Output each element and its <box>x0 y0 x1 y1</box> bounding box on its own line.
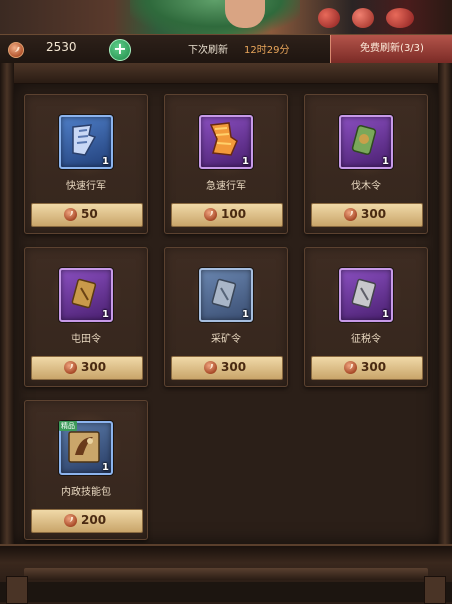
copper-coin-icon <box>64 514 77 527</box>
item-price: 300 <box>361 207 387 221</box>
item-name: 急速行军 <box>206 181 246 192</box>
buy-button[interactable]: 300 <box>311 203 423 227</box>
item-price: 200 <box>81 513 107 527</box>
buy-button[interactable]: 300 <box>171 356 283 380</box>
item-price: 300 <box>81 360 107 374</box>
item-name: 屯田令 <box>71 334 101 345</box>
red-pot-icon <box>318 8 340 28</box>
buy-button[interactable]: 100 <box>171 203 283 227</box>
currency-amount: 2530 <box>46 40 77 54</box>
buy-button[interactable]: 200 <box>31 509 143 533</box>
mine-token-icon: 1 <box>199 268 253 322</box>
item-name: 伐木令 <box>351 181 381 192</box>
item-name: 采矿令 <box>211 334 241 345</box>
red-pot-icon <box>352 8 374 28</box>
item-quantity: 1 <box>242 156 249 167</box>
base-step <box>24 568 428 580</box>
copper-coin-icon <box>8 42 24 58</box>
frame-lintel <box>0 63 452 85</box>
base-floor <box>0 582 452 602</box>
shop-item[interactable]: 精品 1 内政技能包 200 <box>24 400 148 540</box>
shop-item[interactable]: 1 快速行军 50 <box>24 94 148 234</box>
shop-item[interactable]: 1 急速行军 100 <box>164 94 288 234</box>
item-name: 内政技能包 <box>61 487 111 498</box>
buy-button[interactable]: 300 <box>311 356 423 380</box>
item-quantity: 1 <box>382 309 389 320</box>
free-refresh-button[interactable]: 免费刷新(3/3) <box>330 35 452 63</box>
tax-token-icon: 1 <box>339 268 393 322</box>
item-quantity: 1 <box>102 156 109 167</box>
copper-coin-icon <box>344 361 357 374</box>
flaming-boot-icon: 1 <box>199 115 253 169</box>
item-quantity: 1 <box>102 309 109 320</box>
item-price: 300 <box>221 360 247 374</box>
item-name: 快速行军 <box>66 181 106 192</box>
frame-pillar-left <box>0 63 14 600</box>
character-illustration <box>130 0 300 34</box>
item-name: 征税令 <box>351 334 381 345</box>
gift-bag-icon <box>386 8 414 28</box>
item-price: 300 <box>361 360 387 374</box>
item-price: 100 <box>221 207 247 221</box>
skill-pack-icon: 精品 1 <box>59 421 113 475</box>
add-currency-button[interactable]: + <box>109 39 131 61</box>
shop-item[interactable]: 1 采矿令 300 <box>164 247 288 387</box>
copper-coin-icon <box>64 361 77 374</box>
quality-tag: 精品 <box>59 421 77 431</box>
copper-coin-icon <box>64 208 77 221</box>
item-quantity: 1 <box>382 156 389 167</box>
shop-item[interactable]: 1 征税令 300 <box>304 247 428 387</box>
copper-coin-icon <box>344 208 357 221</box>
buy-button[interactable]: 50 <box>31 203 143 227</box>
shop-item[interactable]: 1 伐木令 300 <box>304 94 428 234</box>
copper-coin-icon <box>204 208 217 221</box>
scene-banner <box>0 0 452 34</box>
boot-wing-icon: 1 <box>59 115 113 169</box>
refresh-label: 下次刷新 <box>188 45 228 56</box>
copper-coin-icon <box>204 361 217 374</box>
frame-base <box>0 544 452 604</box>
frame-pillar-right <box>438 63 452 600</box>
item-quantity: 1 <box>102 462 109 473</box>
item-price: 50 <box>81 207 98 221</box>
shop-item[interactable]: 1 屯田令 300 <box>24 247 148 387</box>
shop-top-bar: 2530 + 下次刷新 12时29分 免费刷新(3/3) <box>0 34 452 64</box>
farm-token-icon: 1 <box>59 268 113 322</box>
wood-token-icon: 1 <box>339 115 393 169</box>
item-quantity: 1 <box>242 309 249 320</box>
item-grid: 1 快速行军 50 1 急速行军 100 1 伐木令 300 1 屯田令 300… <box>14 84 438 544</box>
buy-button[interactable]: 300 <box>31 356 143 380</box>
refresh-countdown: 12时29分 <box>244 45 290 56</box>
